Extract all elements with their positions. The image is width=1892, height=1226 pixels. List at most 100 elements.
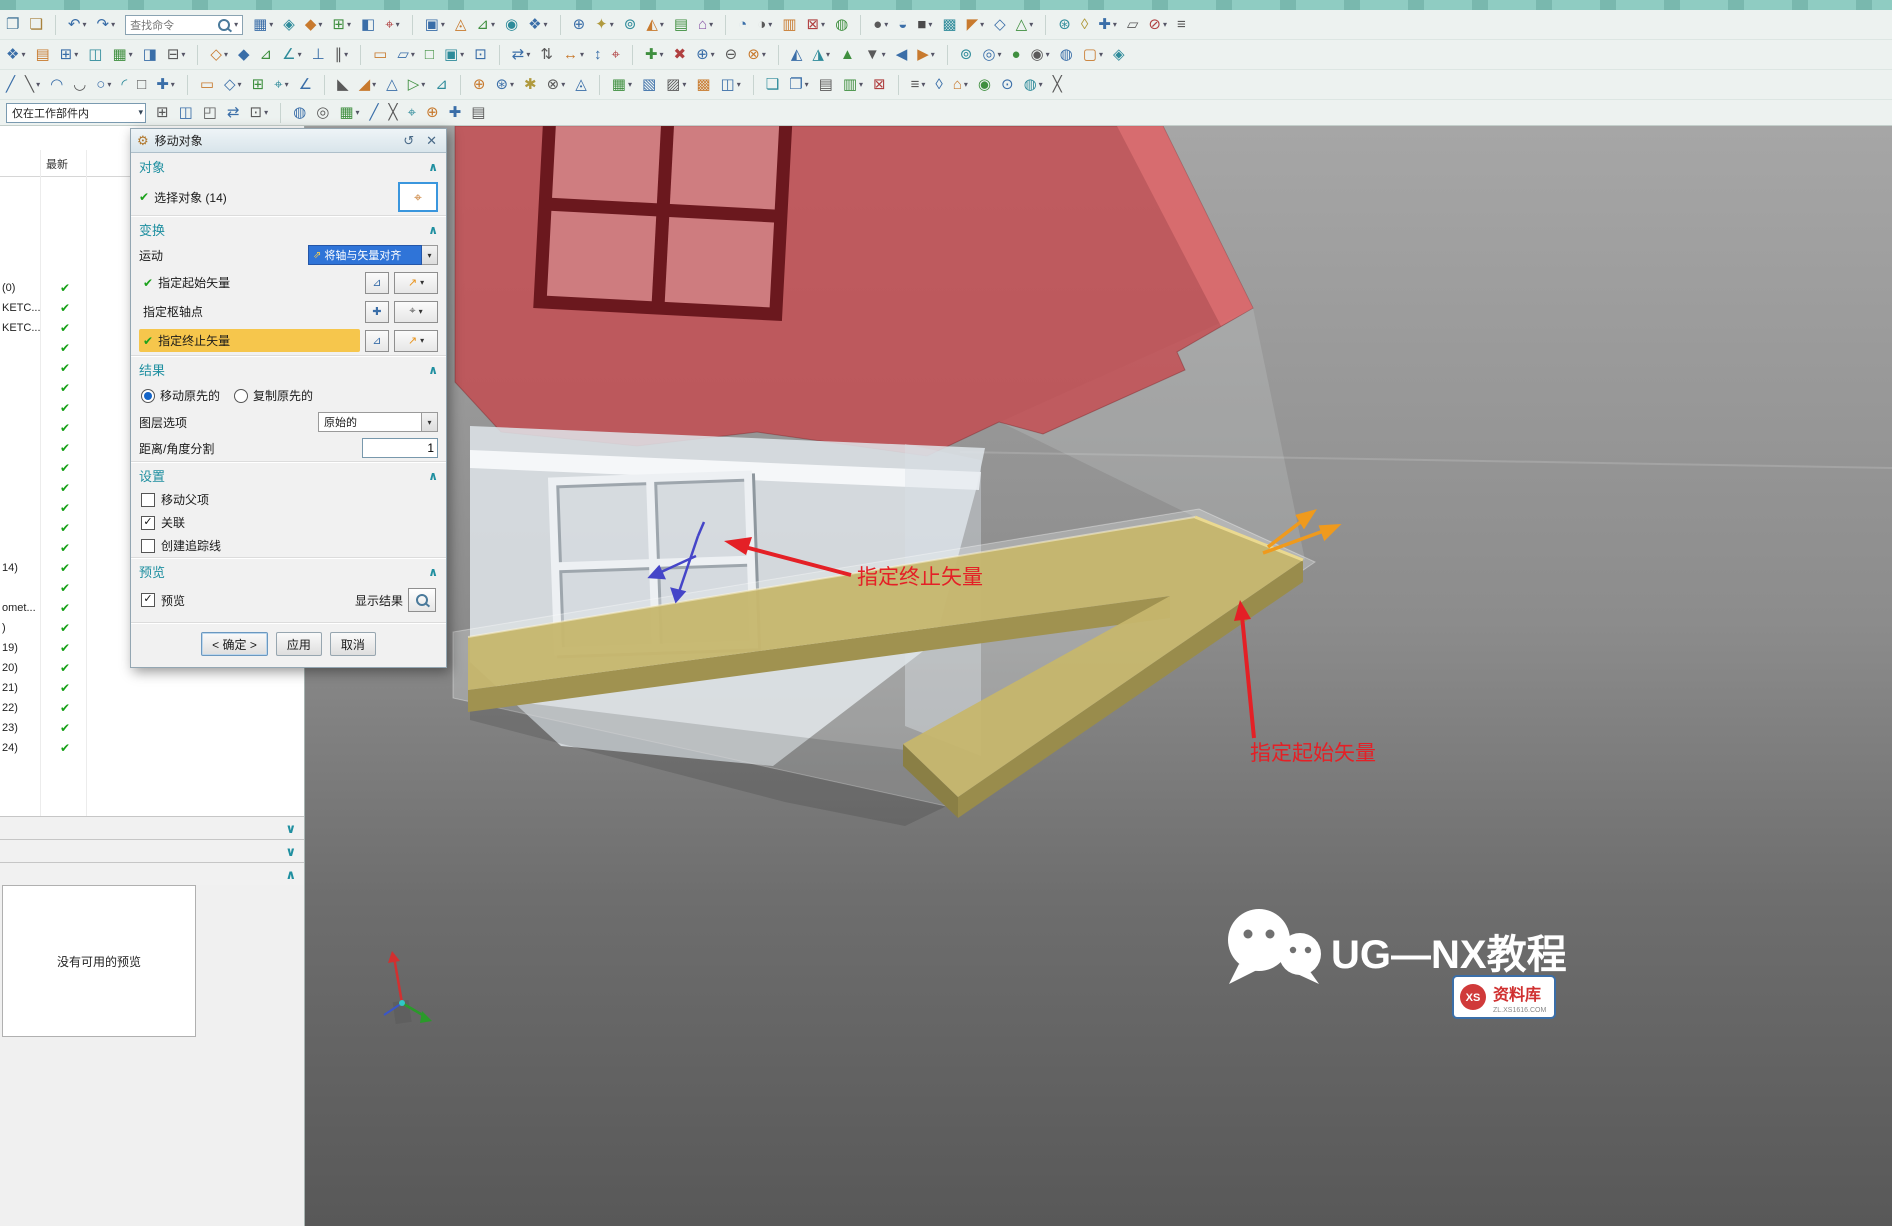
toolbar-icon[interactable]: ◍▾ [1024, 77, 1043, 92]
toolbar-icon[interactable]: ▣▾ [444, 47, 464, 62]
toolbar-icon[interactable]: ◇▾ [224, 77, 242, 92]
chevron-down-icon[interactable]: ▾ [422, 412, 438, 432]
selection-scope-combo[interactable]: 仅在工作部件内 ▾ [6, 103, 146, 123]
dropdown-caret-icon[interactable]: ▾ [737, 81, 741, 89]
toolbar-icon[interactable]: ◒ [898, 17, 907, 32]
toolbar-icon[interactable]: ▼▾ [865, 47, 886, 62]
dropdown-caret-icon[interactable]: ▾ [111, 21, 115, 29]
collapsible-panel-bar[interactable]: ∧ [0, 862, 304, 885]
toolbar-icon[interactable]: ◠ [50, 77, 63, 92]
toolbar-icon[interactable]: ↶▾ [68, 17, 87, 32]
toolbar-icon[interactable]: ◇ [994, 17, 1006, 32]
vector-dialog-button[interactable]: ⊿ [365, 272, 389, 294]
panel-chevron-icon[interactable]: ∨ [285, 822, 296, 835]
toolbar-icon[interactable]: ❖▾ [6, 47, 25, 62]
toolbar-icon[interactable]: ⊞ [156, 105, 169, 120]
section-collapse-icon[interactable]: ∧ [428, 223, 438, 237]
section-object[interactable]: 对象 ∧ [131, 153, 446, 179]
toolbar-icon[interactable]: ◉▾ [1031, 47, 1050, 62]
toolbar-icon[interactable]: ▩ [696, 77, 710, 92]
toolbar-icon[interactable]: ◡ [73, 77, 86, 92]
toolbar-icon[interactable]: ↕ [594, 47, 602, 62]
toolbar-icon[interactable]: ◀ [896, 47, 908, 62]
toolbar-icon[interactable]: ⌖▾ [385, 17, 399, 32]
toolbar-icon[interactable]: ⊕ [573, 17, 586, 32]
uptodate-column-header[interactable]: 最新 [46, 156, 68, 172]
toolbar-icon[interactable] [197, 45, 198, 65]
toolbar-icon[interactable]: ▧ [642, 77, 656, 92]
collapsible-panel-bar[interactable]: ∨ [0, 816, 304, 839]
toolbar-icon[interactable]: ◈ [1113, 47, 1125, 62]
toolbar-icon[interactable]: ▥▾ [843, 77, 863, 92]
dropdown-caret-icon[interactable]: ▾ [21, 51, 25, 59]
toolbar-icon[interactable]: ◨ [143, 47, 157, 62]
chevron-down-icon[interactable]: ▾ [422, 245, 438, 265]
toolbar-icon[interactable]: △ [386, 77, 398, 92]
toolbar-icon[interactable]: ⊿ [260, 47, 273, 62]
toolbar-icon[interactable]: ▤ [35, 47, 49, 62]
toolbar-icon[interactable]: ⊚ [624, 17, 637, 32]
toolbar-icon[interactable]: ◉ [505, 17, 518, 32]
toolbar-icon[interactable] [860, 15, 861, 35]
dialog-reset-icon[interactable]: ↺ [400, 133, 417, 149]
dropdown-caret-icon[interactable]: ▾ [1029, 21, 1033, 29]
dropdown-caret-icon[interactable]: ▾ [344, 51, 348, 59]
toolbar-icon[interactable] [778, 45, 779, 65]
dropdown-caret-icon[interactable]: ▾ [36, 81, 40, 89]
pivot-point-dropdown[interactable]: ⌖▾ [394, 301, 438, 323]
toolbar-icon[interactable]: ◭▾ [646, 17, 664, 32]
panel-chevron-icon[interactable]: ∧ [285, 868, 296, 881]
toolbar-icon[interactable]: ◮▾ [812, 47, 830, 62]
cancel-button[interactable]: 取消 [330, 632, 376, 656]
dropdown-caret-icon[interactable]: ▾ [347, 21, 351, 29]
dropdown-caret-icon[interactable]: ▾ [580, 51, 584, 59]
toolbar-icon[interactable]: ◍ [1060, 47, 1073, 62]
toolbar-icon[interactable]: ⊗▾ [547, 77, 566, 92]
toolbar-icon[interactable]: ▭ [200, 77, 214, 92]
checkbox-icon[interactable] [141, 539, 155, 553]
dropdown-caret-icon[interactable]: ▾ [82, 21, 86, 29]
toolbar-icon[interactable]: ∠▾ [282, 47, 301, 62]
dropdown-caret-icon[interactable]: ▾ [931, 51, 935, 59]
toolbar-icon[interactable]: ▲ [840, 47, 855, 62]
traceline-checkbox-row[interactable]: 创建追踪线 [131, 534, 446, 557]
toolbar-icon[interactable]: ╱ [370, 105, 379, 120]
toolbar-icon[interactable]: ◈ [283, 17, 295, 32]
toolbar-icon[interactable]: ∥▾ [335, 47, 349, 62]
toolbar-icon[interactable]: ▤ [674, 17, 688, 32]
toolbar-icon[interactable]: ✱ [524, 77, 537, 92]
dropdown-caret-icon[interactable]: ▾ [980, 21, 984, 29]
toolbar-icon[interactable]: ❖▾ [528, 17, 547, 32]
toolbar-icon[interactable]: ✚▾ [156, 77, 175, 92]
toolbar-icon[interactable]: ⇄▾ [512, 47, 531, 62]
dropdown-caret-icon[interactable]: ▾ [224, 51, 228, 59]
associative-checkbox-row[interactable]: 关联 [131, 511, 446, 534]
dropdown-caret-icon[interactable]: ▾ [356, 109, 360, 117]
toolbar-icon[interactable]: ◆ [238, 47, 250, 62]
navigator-row[interactable] [0, 758, 304, 778]
toolbar-icon[interactable] [947, 45, 948, 65]
toolbar-icon[interactable]: ✚ [449, 105, 462, 120]
toolbar-icon[interactable]: ⊗▾ [747, 47, 766, 62]
preview-checkbox[interactable] [141, 593, 155, 607]
toolbar-icon[interactable]: ⊡▾ [250, 105, 269, 120]
toolbar-icon[interactable]: ⊕ [473, 77, 486, 92]
motion-dropdown[interactable]: ⇗将轴与矢量对齐 ▾ [308, 245, 438, 265]
toolbar-icon[interactable] [1045, 15, 1046, 35]
dropdown-caret-icon[interactable]: ▾ [660, 21, 664, 29]
dropdown-caret-icon[interactable]: ▾ [510, 81, 514, 89]
toolbar-icon[interactable]: ▤ [471, 105, 485, 120]
toolbar-icon[interactable]: ⊘▾ [1148, 17, 1167, 32]
dropdown-caret-icon[interactable]: ▾ [421, 81, 425, 89]
toolbar-icon[interactable]: ❐ [6, 17, 19, 32]
section-preview[interactable]: 预览 ∧ [131, 557, 446, 584]
dropdown-caret-icon[interactable]: ▾ [682, 81, 686, 89]
toolbar-icon[interactable] [753, 75, 754, 95]
toolbar-icon[interactable]: ╲▾ [25, 77, 40, 92]
end-vector-band-highlighted[interactable]: ✔ 指定终止矢量 [139, 329, 360, 352]
toolbar-icon[interactable]: ▭ [373, 47, 387, 62]
dropdown-caret-icon[interactable]: ▾ [884, 21, 888, 29]
section-collapse-icon[interactable]: ∧ [428, 160, 438, 174]
dropdown-caret-icon[interactable]: ▾ [460, 51, 464, 59]
toolbar-icon[interactable] [280, 103, 281, 123]
